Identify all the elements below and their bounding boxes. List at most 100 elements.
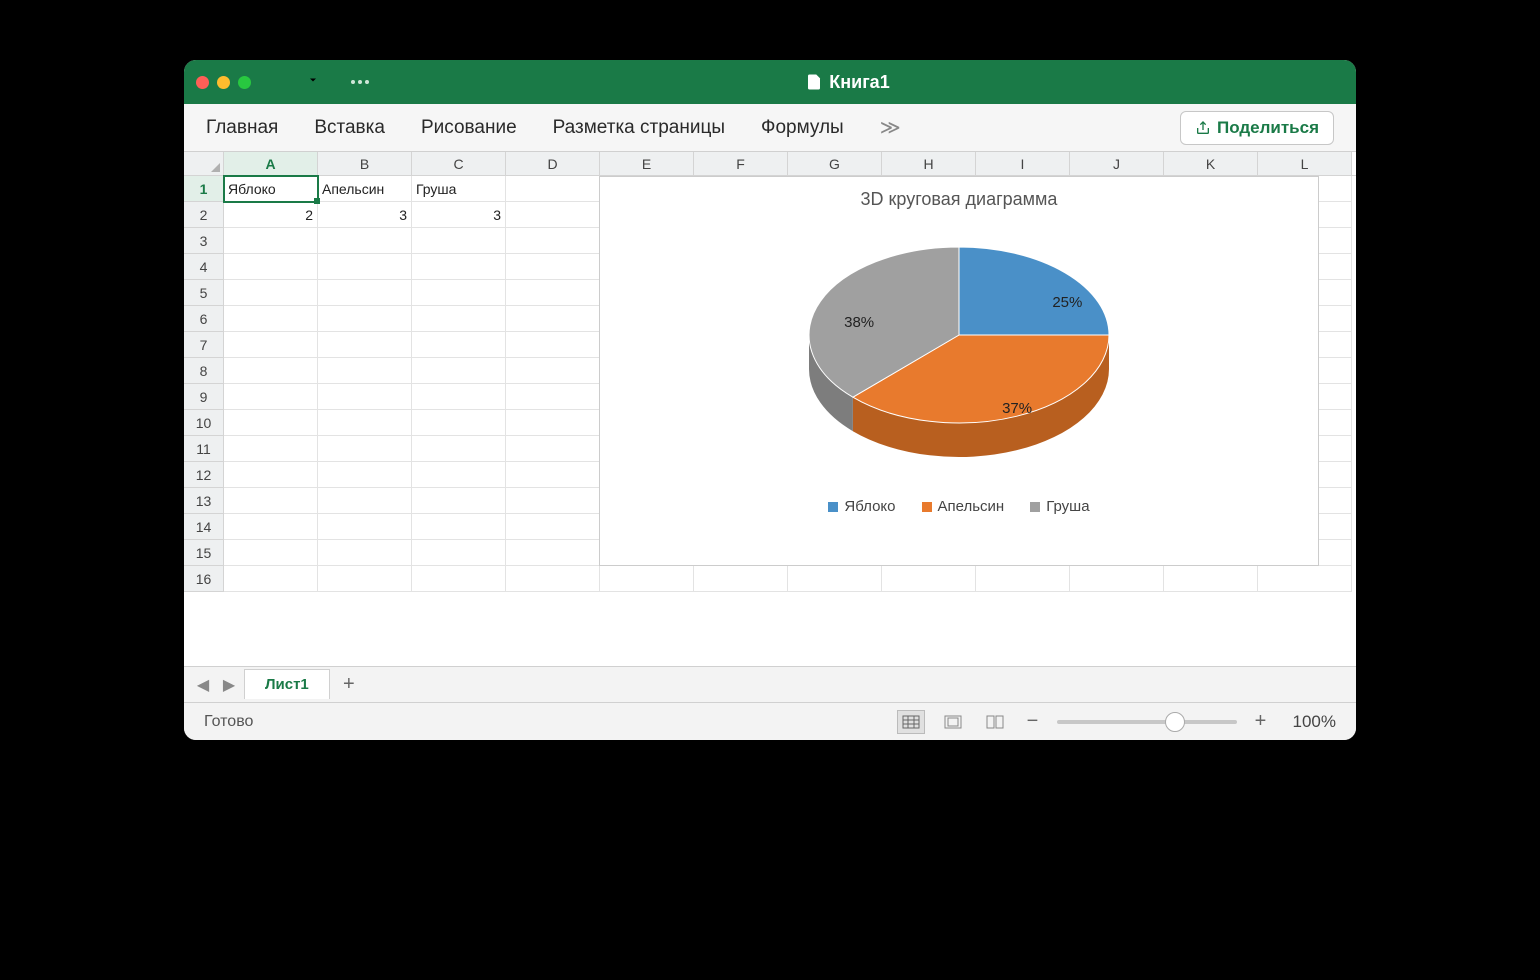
col-header-C[interactable]: C [412, 152, 506, 175]
cell-B15[interactable] [318, 540, 412, 566]
cell-I16[interactable] [976, 566, 1070, 592]
more-icon[interactable] [351, 80, 369, 84]
cell-C7[interactable] [412, 332, 506, 358]
cell-C16[interactable] [412, 566, 506, 592]
cell-B3[interactable] [318, 228, 412, 254]
cell-D5[interactable] [506, 280, 600, 306]
row-header-1[interactable]: 1 [184, 176, 224, 202]
tab-pagelayout[interactable]: Разметка страницы [553, 117, 725, 139]
row-header-15[interactable]: 15 [184, 540, 224, 566]
row-header-5[interactable]: 5 [184, 280, 224, 306]
sheet-tab-1[interactable]: Лист1 [244, 669, 330, 699]
cell-C9[interactable] [412, 384, 506, 410]
row-header-3[interactable]: 3 [184, 228, 224, 254]
row-header-8[interactable]: 8 [184, 358, 224, 384]
cell-B11[interactable] [318, 436, 412, 462]
sheet-prev-icon[interactable]: ◀ [192, 674, 214, 696]
row-header-13[interactable]: 13 [184, 488, 224, 514]
col-header-G[interactable]: G [788, 152, 882, 175]
cell-A8[interactable] [224, 358, 318, 384]
cell-K16[interactable] [1164, 566, 1258, 592]
cell-D6[interactable] [506, 306, 600, 332]
col-header-E[interactable]: E [600, 152, 694, 175]
row-header-2[interactable]: 2 [184, 202, 224, 228]
cell-B6[interactable] [318, 306, 412, 332]
zoom-in-button[interactable]: + [1251, 710, 1271, 733]
cell-A13[interactable] [224, 488, 318, 514]
spreadsheet-grid[interactable]: A B C D E F G H I J K L 1ЯблокоАпельсинГ… [184, 152, 1356, 666]
row-header-4[interactable]: 4 [184, 254, 224, 280]
col-header-H[interactable]: H [882, 152, 976, 175]
cell-A15[interactable] [224, 540, 318, 566]
zoom-thumb[interactable] [1165, 712, 1185, 732]
cell-A9[interactable] [224, 384, 318, 410]
col-header-L[interactable]: L [1258, 152, 1352, 175]
minimize-icon[interactable] [217, 76, 230, 89]
cell-C11[interactable] [412, 436, 506, 462]
chart-object[interactable]: 3D круговая диаграмма 25% 37% 38% Яблоко… [599, 176, 1319, 566]
cell-C2[interactable]: 3 [412, 202, 506, 228]
maximize-icon[interactable] [238, 76, 251, 89]
cell-C13[interactable] [412, 488, 506, 514]
cell-D14[interactable] [506, 514, 600, 540]
col-header-K[interactable]: K [1164, 152, 1258, 175]
row-header-12[interactable]: 12 [184, 462, 224, 488]
col-header-F[interactable]: F [694, 152, 788, 175]
cell-D8[interactable] [506, 358, 600, 384]
row-header-7[interactable]: 7 [184, 332, 224, 358]
cell-A6[interactable] [224, 306, 318, 332]
cell-D4[interactable] [506, 254, 600, 280]
cell-A12[interactable] [224, 462, 318, 488]
cell-D11[interactable] [506, 436, 600, 462]
cell-B12[interactable] [318, 462, 412, 488]
cell-B5[interactable] [318, 280, 412, 306]
cell-A14[interactable] [224, 514, 318, 540]
cell-D13[interactable] [506, 488, 600, 514]
view-normal-icon[interactable] [897, 710, 925, 734]
cell-A11[interactable] [224, 436, 318, 462]
cell-E16[interactable] [600, 566, 694, 592]
cell-B14[interactable] [318, 514, 412, 540]
ribbon-more-icon[interactable]: ≫ [880, 115, 901, 140]
cell-F16[interactable] [694, 566, 788, 592]
cell-B8[interactable] [318, 358, 412, 384]
row-header-14[interactable]: 14 [184, 514, 224, 540]
col-header-B[interactable]: B [318, 152, 412, 175]
cell-C5[interactable] [412, 280, 506, 306]
tab-draw[interactable]: Рисование [421, 117, 517, 139]
cell-A16[interactable] [224, 566, 318, 592]
cell-C14[interactable] [412, 514, 506, 540]
cell-A3[interactable] [224, 228, 318, 254]
close-icon[interactable] [196, 76, 209, 89]
cell-D16[interactable] [506, 566, 600, 592]
undo-dropdown-icon[interactable] [307, 73, 319, 91]
cell-D9[interactable] [506, 384, 600, 410]
row-header-10[interactable]: 10 [184, 410, 224, 436]
tab-formulas[interactable]: Формулы [761, 117, 844, 139]
sheet-add-button[interactable]: + [334, 670, 364, 700]
cell-A1[interactable]: Яблоко [224, 176, 318, 202]
share-button[interactable]: Поделиться [1180, 111, 1334, 145]
cell-C1[interactable]: Груша [412, 176, 506, 202]
cell-B10[interactable] [318, 410, 412, 436]
cell-D1[interactable] [506, 176, 600, 202]
cell-B9[interactable] [318, 384, 412, 410]
row-header-11[interactable]: 11 [184, 436, 224, 462]
select-all-corner[interactable] [184, 152, 224, 175]
col-header-J[interactable]: J [1070, 152, 1164, 175]
zoom-out-button[interactable]: − [1023, 710, 1043, 733]
cell-B13[interactable] [318, 488, 412, 514]
cell-C3[interactable] [412, 228, 506, 254]
cell-A7[interactable] [224, 332, 318, 358]
cell-B7[interactable] [318, 332, 412, 358]
cell-B16[interactable] [318, 566, 412, 592]
view-pagelayout-icon[interactable] [939, 710, 967, 734]
col-header-I[interactable]: I [976, 152, 1070, 175]
cell-C10[interactable] [412, 410, 506, 436]
cell-B1[interactable]: Апельсин [318, 176, 412, 202]
cell-A5[interactable] [224, 280, 318, 306]
cell-B2[interactable]: 3 [318, 202, 412, 228]
cell-G16[interactable] [788, 566, 882, 592]
row-header-16[interactable]: 16 [184, 566, 224, 592]
cell-D12[interactable] [506, 462, 600, 488]
